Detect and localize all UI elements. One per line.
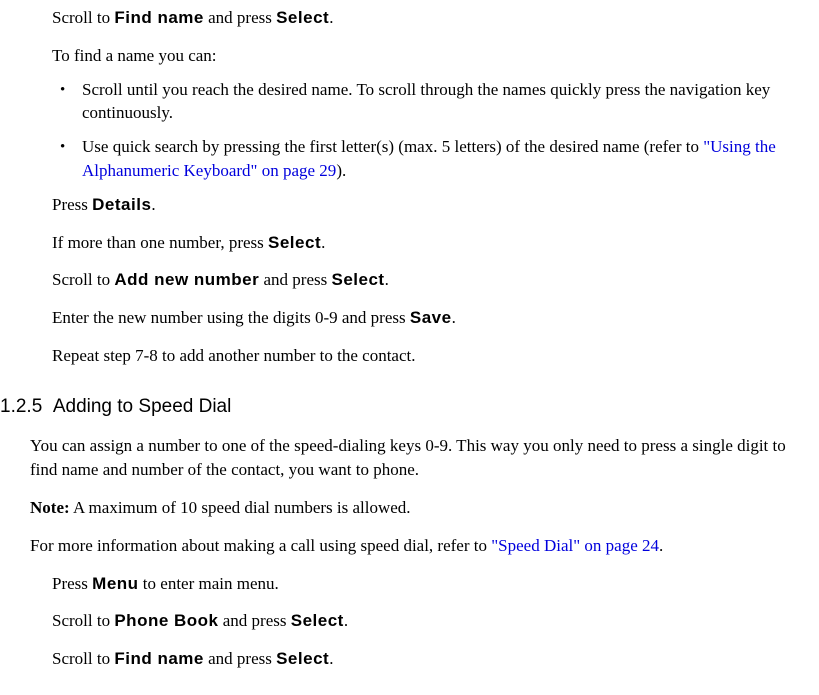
step-enter-number: Enter the new number using the digits 0-…: [52, 306, 809, 330]
text: .: [151, 195, 155, 214]
text: Enter the new number using the digits 0-…: [52, 308, 410, 327]
text: .: [321, 233, 325, 252]
note-paragraph: Note: A maximum of 10 speed dial numbers…: [30, 496, 809, 520]
text: If more than one number, press: [52, 233, 268, 252]
bullet-marker-icon: •: [60, 78, 82, 126]
text: .: [344, 611, 348, 630]
text: and press: [204, 649, 276, 668]
ui-label-find-name: Find name: [114, 649, 204, 668]
text: Use quick search by pressing the first l…: [82, 137, 703, 156]
section-heading: 1.2.5 Adding to Speed Dial: [0, 394, 809, 421]
note-text: A maximum of 10 speed dial numbers is al…: [70, 498, 411, 517]
text: Press: [52, 195, 92, 214]
ui-label-select: Select: [276, 649, 329, 668]
step-more-than-one: If more than one number, press Select.: [52, 231, 809, 255]
ui-label-menu: Menu: [92, 574, 138, 593]
bullet-text: Scroll until you reach the desired name.…: [82, 78, 801, 126]
bullet-marker-icon: •: [60, 135, 82, 183]
substep-intro: To find a name you can:: [52, 44, 809, 68]
ui-label-find-name: Find name: [114, 8, 204, 27]
section-number: 1.2.5: [0, 396, 42, 417]
text: to enter main menu.: [139, 574, 279, 593]
text: .: [329, 8, 333, 27]
bullet-item: • Scroll until you reach the desired nam…: [60, 78, 809, 126]
ui-label-phone-book: Phone Book: [114, 611, 218, 630]
ui-label-save: Save: [410, 308, 452, 327]
text: ).: [336, 161, 346, 180]
text: and press: [219, 611, 291, 630]
text: Scroll to: [52, 8, 114, 27]
text: and press: [204, 8, 276, 27]
ui-label-add-new-number: Add new number: [114, 270, 259, 289]
text: Press: [52, 574, 92, 593]
paragraph: You can assign a number to one of the sp…: [30, 434, 809, 482]
text: For more information about making a call…: [30, 536, 491, 555]
bullet-item: • Use quick search by pressing the first…: [60, 135, 809, 183]
bullet-text: Use quick search by pressing the first l…: [82, 135, 801, 183]
step-press-menu: Press Menu to enter main menu.: [52, 572, 809, 596]
text: Scroll to: [52, 611, 114, 630]
text: .: [452, 308, 456, 327]
ui-label-select: Select: [291, 611, 344, 630]
ui-label-select: Select: [276, 8, 329, 27]
step-press-details: Press Details.: [52, 193, 809, 217]
step-add-new-number: Scroll to Add new number and press Selec…: [52, 268, 809, 292]
section-title: Adding to Speed Dial: [53, 396, 232, 417]
step-find-name: Scroll to Find name and press Select.: [52, 6, 809, 30]
text: Scroll to: [52, 270, 114, 289]
text: .: [385, 270, 389, 289]
note-label: Note:: [30, 498, 70, 517]
step-find-name-2: Scroll to Find name and press Select.: [52, 647, 809, 671]
ui-label-select: Select: [268, 233, 321, 252]
link-speed-dial[interactable]: "Speed Dial" on page 24: [491, 536, 659, 555]
text: .: [659, 536, 663, 555]
text: .: [329, 649, 333, 668]
text: Scroll to: [52, 649, 114, 668]
step-phone-book: Scroll to Phone Book and press Select.: [52, 609, 809, 633]
ui-label-select: Select: [331, 270, 384, 289]
text: and press: [259, 270, 331, 289]
step-repeat: Repeat step 7-8 to add another number to…: [52, 344, 809, 368]
paragraph: For more information about making a call…: [30, 534, 809, 558]
ui-label-details: Details: [92, 195, 151, 214]
